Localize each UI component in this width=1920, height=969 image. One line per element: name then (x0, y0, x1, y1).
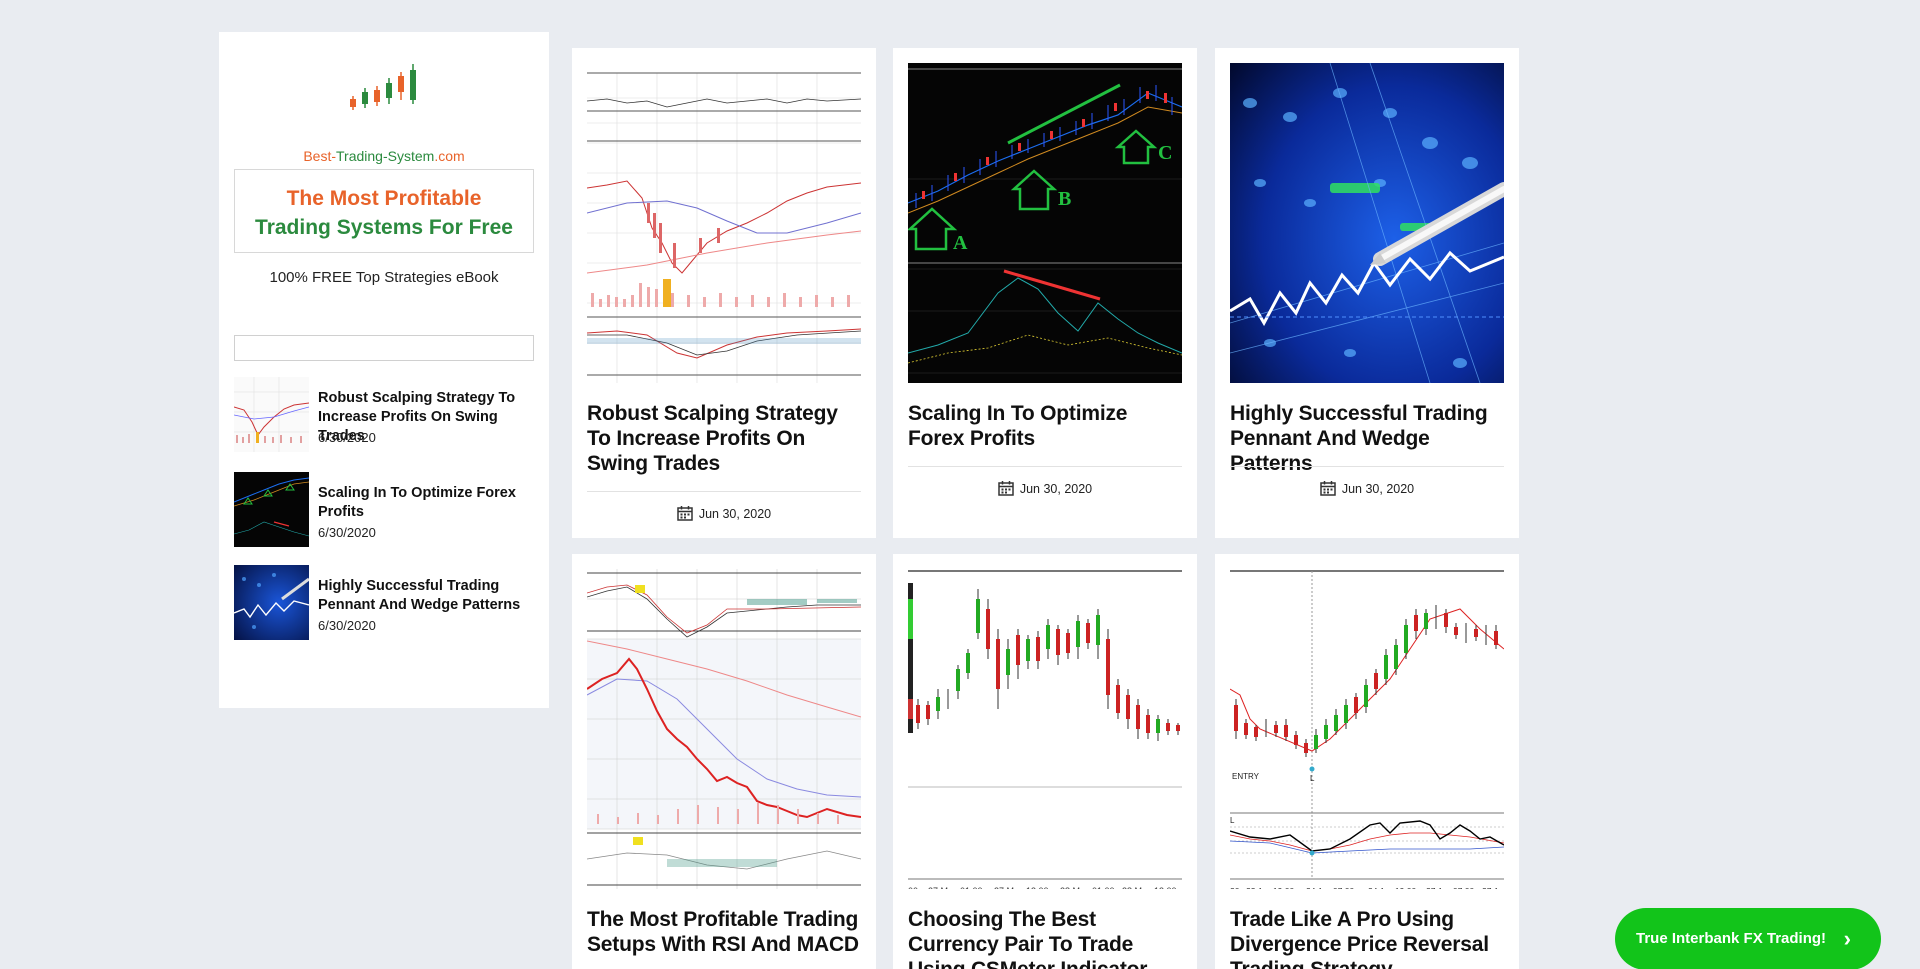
promo-box[interactable]: The Most Profitable Trading Systems For … (234, 169, 534, 253)
post-title[interactable]: Robust Scalping Strategy To Increase Pro… (587, 401, 861, 476)
calendar-icon (677, 506, 693, 521)
sidebar-post[interactable]: Highly Successful Trading Pennant And We… (234, 565, 534, 641)
post-card[interactable]: ENTRY L L 20 23 Apr 19:00 24 Apr 07:00 24 Apr… (1215, 554, 1519, 969)
post-card[interactable]: 00 27 May 01:00 27 May 13:00 28 May 01:00 28… (893, 554, 1197, 969)
svg-text:00: 00 (908, 886, 918, 889)
svg-text:27 Apr 07:00: 27 Apr 07:00 (1426, 886, 1474, 889)
divider (587, 491, 861, 492)
svg-text:27 May 01:00: 27 May 01:00 (928, 886, 983, 889)
site-logo[interactable]: Best-Trading-System.com (219, 62, 549, 172)
interbank-fx-cta-button[interactable]: True Interbank FX Trading! › (1615, 908, 1881, 969)
post-title[interactable]: Choosing The Best Currency Pair To Trade… (908, 907, 1182, 969)
chevron-right-icon: › (1843, 926, 1851, 951)
search-input[interactable] (234, 335, 534, 361)
svg-text:20: 20 (1230, 886, 1240, 889)
post-date: Jun 30, 2020 (698, 507, 772, 521)
sidebar-post[interactable]: Scaling In To Optimize Forex Profits 6/3… (234, 472, 534, 548)
post-date: 6/30/2020 (318, 525, 376, 540)
sidebar-post[interactable]: Robust Scalping Strategy To Increase Pro… (234, 377, 534, 453)
svg-text:24 Apr 07:00: 24 Apr 07:00 (1306, 886, 1354, 889)
post-date-row: Jun 30, 2020 (572, 505, 876, 521)
svg-text:27 May 13:00: 27 May 13:00 (994, 886, 1049, 889)
divider (908, 466, 1182, 467)
post-image[interactable] (587, 569, 861, 889)
logo-text: Best-Trading-System.com (303, 148, 465, 164)
post-card[interactable]: Highly Successful Trading Pennant And We… (1215, 48, 1519, 538)
svg-text:L: L (1310, 774, 1315, 783)
post-image[interactable]: A B C (908, 63, 1182, 383)
post-title[interactable]: Highly Successful Trading Pennant And We… (1230, 401, 1504, 476)
sidebar: Best-Trading-System.com The Most Profita… (219, 32, 549, 708)
cta-label: True Interbank FX Trading! (1636, 930, 1827, 947)
svg-text:23 Apr 19:00: 23 Apr 19:00 (1246, 886, 1294, 889)
svg-text:28 May 13:00: 28 May 13:00 (1122, 886, 1177, 889)
svg-text:28 May 01:00: 28 May 01:00 (1060, 886, 1115, 889)
svg-text:A: A (953, 232, 968, 254)
post-image[interactable] (1230, 63, 1504, 383)
svg-text:L: L (1230, 816, 1235, 825)
divider (1230, 466, 1504, 467)
post-date: 6/30/2020 (318, 430, 376, 445)
svg-text:B: B (1058, 188, 1071, 210)
post-image[interactable]: ENTRY L L 20 23 Apr 19:00 24 Apr 07:00 24 Apr… (1230, 569, 1504, 889)
post-card[interactable]: A B C Scaling In To Optimize Forex Profi… (893, 48, 1197, 538)
svg-text:24 Apr 19:00: 24 Apr 19:00 (1368, 886, 1416, 889)
post-title[interactable]: The Most Profitable Trading Setups With … (587, 907, 861, 957)
svg-text:ENTRY: ENTRY (1232, 772, 1260, 781)
post-thumbnail[interactable] (234, 472, 309, 547)
candlestick-logo-icon (350, 64, 416, 110)
post-date: 6/30/2020 (318, 618, 376, 633)
post-thumbnail[interactable] (234, 377, 309, 452)
post-card[interactable]: Robust Scalping Strategy To Increase Pro… (572, 48, 876, 538)
calendar-icon (998, 481, 1014, 496)
promo-title-line1: The Most Profitable (286, 187, 482, 210)
post-date: Jun 30, 2020 (1341, 482, 1415, 496)
promo-title-line2: Trading Systems For Free (255, 216, 513, 239)
post-date-row: Jun 30, 2020 (1215, 480, 1519, 496)
post-card[interactable]: The Most Profitable Trading Setups With … (572, 554, 876, 969)
promo-subtitle: 100% FREE Top Strategies eBook (269, 269, 499, 286)
calendar-icon (1320, 481, 1336, 496)
post-date-row: Jun 30, 2020 (893, 480, 1197, 496)
svg-text:C: C (1158, 142, 1172, 164)
svg-text:27 Apr 1: 27 Apr 1 (1482, 886, 1504, 889)
post-date: Jun 30, 2020 (1019, 482, 1093, 496)
post-image[interactable] (587, 63, 861, 383)
post-title[interactable]: Trade Like A Pro Using Divergence Price … (1230, 907, 1504, 969)
post-title[interactable]: Highly Successful Trading Pennant And We… (318, 577, 538, 615)
post-title[interactable]: Scaling In To Optimize Forex Profits (908, 401, 1182, 451)
post-thumbnail[interactable] (234, 565, 309, 640)
post-image[interactable]: 00 27 May 01:00 27 May 13:00 28 May 01:00 28… (908, 569, 1182, 889)
post-title[interactable]: Scaling In To Optimize Forex Profits (318, 484, 538, 522)
